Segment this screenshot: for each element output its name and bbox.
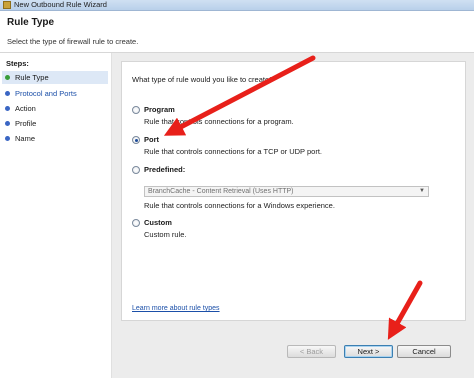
arrow-to-next-icon xyxy=(387,280,423,340)
annotation-arrows xyxy=(163,55,423,340)
arrow-to-port-icon xyxy=(163,55,316,136)
